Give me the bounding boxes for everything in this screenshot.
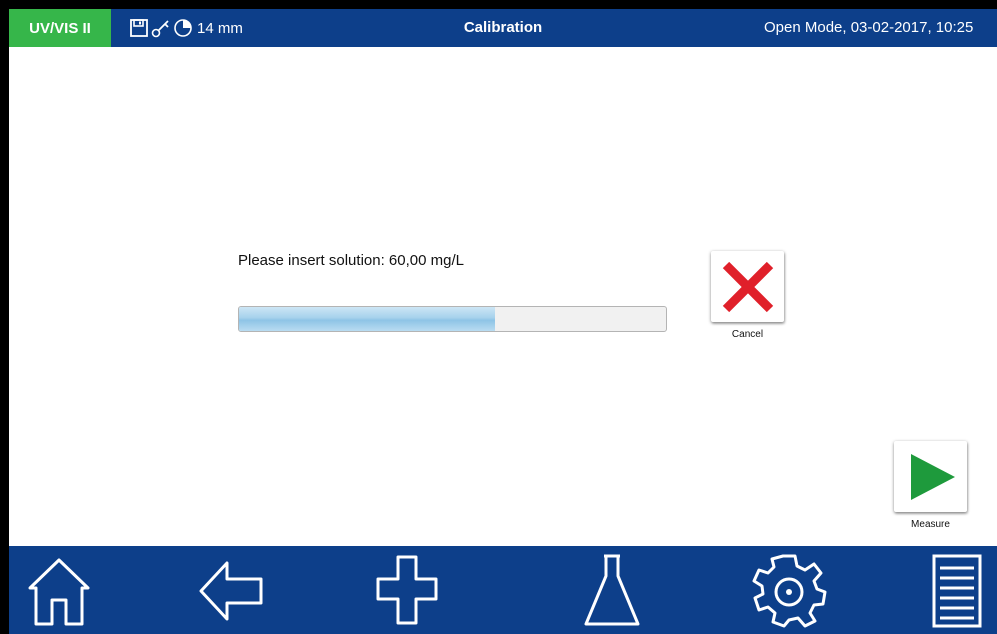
play-icon: [910, 453, 955, 500]
flask-icon: [584, 554, 640, 626]
save-icon[interactable]: [130, 19, 148, 37]
close-icon: [722, 261, 773, 312]
mode-datetime: Open Mode, 03-02-2017, 10:25: [764, 19, 974, 36]
add-button[interactable]: [362, 546, 452, 634]
menu-button[interactable]: [912, 546, 997, 634]
timer-icon: [173, 18, 193, 38]
path-length: 14 mm: [197, 19, 243, 37]
back-icon: [199, 561, 263, 621]
home-icon: [28, 558, 90, 626]
settings-button[interactable]: [744, 546, 834, 634]
screen: UV/VIS II 14 mm Calibration Open Mode, 0…: [9, 9, 997, 634]
flask-button[interactable]: [567, 546, 657, 634]
measure-label: Measure: [911, 519, 950, 530]
status-bar: UV/VIS II 14 mm Calibration Open Mode, 0…: [9, 9, 997, 47]
cancel-label: Cancel: [731, 329, 764, 340]
instruction-text: Please insert solution: 60,00 mg/L: [238, 252, 464, 269]
measure-button[interactable]: [894, 441, 967, 512]
page-title: Calibration: [463, 19, 543, 36]
add-icon: [376, 555, 438, 625]
settings-icon: [752, 554, 827, 628]
key-icon[interactable]: [151, 18, 171, 38]
bottom-nav: [9, 546, 997, 634]
progress-bar: [238, 306, 667, 332]
status-icons: 14 mm: [130, 18, 243, 38]
home-button[interactable]: [14, 546, 104, 634]
back-button[interactable]: [187, 546, 277, 634]
mode-badge: UV/VIS II: [9, 9, 111, 47]
cancel-button[interactable]: [711, 251, 784, 322]
progress-fill: [239, 307, 496, 331]
menu-icon: [932, 554, 982, 628]
